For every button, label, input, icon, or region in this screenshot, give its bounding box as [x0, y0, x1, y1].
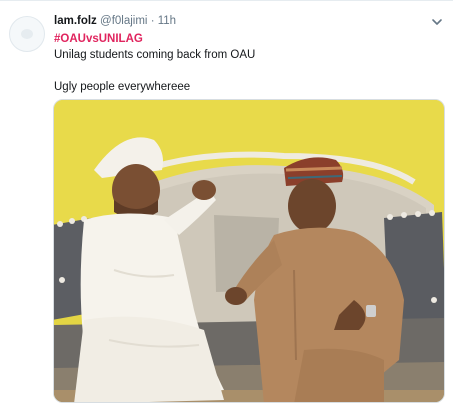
- separator-dot: ·: [150, 15, 155, 27]
- user-handle[interactable]: @f0lajimi: [100, 15, 147, 27]
- tweet-top-border: [0, 0, 453, 1]
- tweet-text-line-1: Unilag students coming back from OAU: [54, 49, 256, 61]
- chevron-down-icon[interactable]: [430, 15, 444, 29]
- tweet-text-line-2: Ugly people everywhereee: [54, 81, 191, 93]
- user-avatar[interactable]: [9, 16, 45, 52]
- hashtag-link[interactable]: #OAUvsUNILAG: [54, 33, 143, 45]
- tweet-header: lam.folz @f0lajimi · 11h: [54, 15, 176, 27]
- tweet-timestamp[interactable]: 11h: [158, 15, 176, 27]
- display-name[interactable]: lam.folz: [54, 15, 97, 27]
- tweet-photo[interactable]: [53, 99, 445, 403]
